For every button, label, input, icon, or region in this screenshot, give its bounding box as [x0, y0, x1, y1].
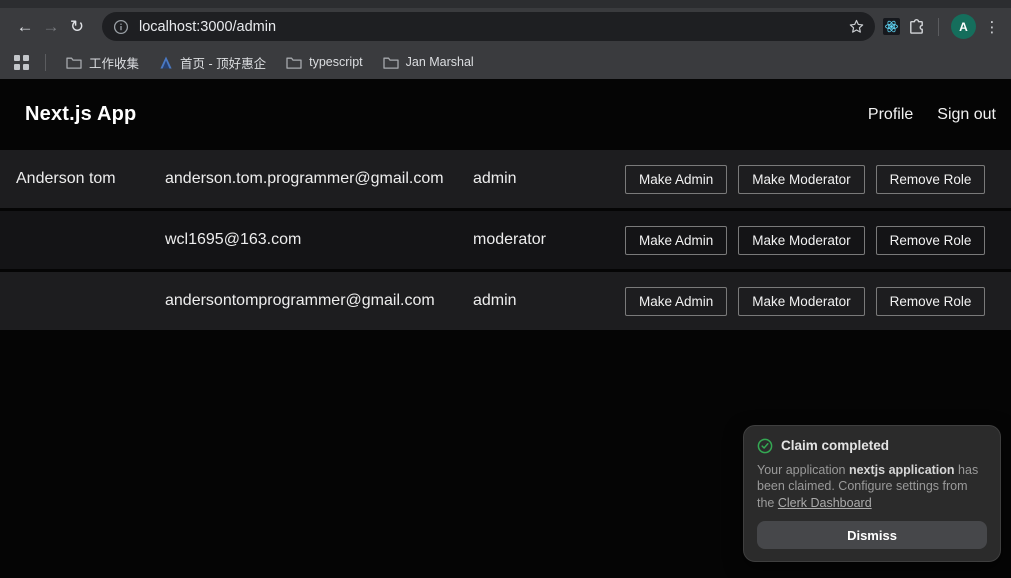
url-text[interactable]: localhost:3000/admin: [139, 19, 848, 35]
tab-strip: [0, 0, 1011, 8]
user-email: anderson.tom.programmer@gmail.com: [165, 170, 444, 187]
apps-grid-icon[interactable]: [14, 54, 29, 70]
bookmark-homepage[interactable]: 首页 - 顶好惠企: [151, 49, 274, 76]
remove-role-button[interactable]: Remove Role: [875, 225, 986, 255]
table-row: andersontomprogrammer@gmail.com admin Ma…: [0, 272, 1011, 330]
make-moderator-button[interactable]: Make Moderator: [738, 286, 865, 316]
bookmark-label: 首页 - 顶好惠企: [180, 56, 267, 71]
user-role: admin: [473, 292, 517, 309]
bookmark-jan-marshal[interactable]: Jan Marshal: [375, 51, 482, 73]
web-page: Next.js App Profile Sign out Anderson to…: [0, 79, 1011, 578]
toast-header: Claim completed: [757, 438, 987, 454]
user-role: admin: [473, 170, 517, 187]
row-actions: Make Admin Make Moderator Remove Role: [625, 164, 986, 194]
bookmark-label: typescript: [309, 55, 363, 69]
success-check-icon: [757, 438, 773, 454]
react-devtools-icon[interactable]: [883, 18, 900, 35]
toast-body: Your application nextjs application has …: [757, 462, 987, 512]
clerk-dashboard-link[interactable]: Clerk Dashboard: [778, 496, 872, 510]
dismiss-button[interactable]: Dismiss: [757, 521, 987, 549]
reload-icon[interactable]: ↻: [64, 14, 90, 40]
url-bar[interactable]: localhost:3000/admin: [102, 12, 875, 41]
forward-icon[interactable]: →: [38, 14, 64, 40]
extensions-icon[interactable]: [907, 17, 926, 36]
row-actions: Make Admin Make Moderator Remove Role: [625, 225, 986, 255]
toast-app-name: nextjs application: [848, 462, 955, 477]
toolbar-right: A ⋮: [883, 14, 1001, 39]
folder-icon: [382, 56, 399, 69]
user-email: andersontomprogrammer@gmail.com: [165, 292, 435, 309]
browser-window: ← → ↻ localhost:3000/admin A ⋮ 工作收集 首页 -…: [0, 0, 1011, 578]
bookmarks-bar: 工作收集 首页 - 顶好惠企 typescript Jan Marshal: [0, 45, 1011, 79]
remove-role-button[interactable]: Remove Role: [875, 286, 986, 316]
toolbar-separator: [938, 17, 939, 36]
menu-kebab-icon[interactable]: ⋮: [983, 18, 1001, 36]
remove-role-button[interactable]: Remove Role: [875, 164, 986, 194]
site-header: Next.js App Profile Sign out: [0, 79, 1011, 150]
site-favicon: [159, 56, 173, 69]
bookmark-work-collection[interactable]: 工作收集: [58, 49, 147, 76]
make-moderator-button[interactable]: Make Moderator: [738, 164, 865, 194]
make-admin-button[interactable]: Make Admin: [625, 164, 728, 194]
bookmark-label: Jan Marshal: [405, 55, 474, 69]
table-row: wcl1695@163.com moderator Make Admin Mak…: [0, 211, 1011, 269]
nav-signout-link[interactable]: Sign out: [937, 106, 996, 124]
site-title: Next.js App: [25, 103, 137, 125]
bookmarks-separator: [45, 53, 46, 71]
make-admin-button[interactable]: Make Admin: [625, 286, 728, 316]
make-admin-button[interactable]: Make Admin: [625, 225, 728, 255]
user-name: Anderson tom: [16, 170, 116, 187]
back-icon[interactable]: ←: [12, 14, 38, 40]
bookmark-typescript[interactable]: typescript: [278, 51, 371, 73]
bookmark-star-icon[interactable]: [848, 18, 865, 35]
user-email: wcl1695@163.com: [165, 231, 302, 248]
claim-toast: Claim completed Your application nextjs …: [743, 424, 1001, 562]
browser-toolbar: ← → ↻ localhost:3000/admin A ⋮: [0, 8, 1011, 45]
make-moderator-button[interactable]: Make Moderator: [738, 225, 865, 255]
site-nav: Profile Sign out: [868, 106, 996, 124]
folder-icon: [286, 56, 302, 69]
folder-icon: [66, 56, 82, 69]
row-actions: Make Admin Make Moderator Remove Role: [625, 286, 986, 316]
toast-title: Claim completed: [781, 438, 890, 453]
user-role: moderator: [473, 231, 546, 248]
profile-avatar[interactable]: A: [951, 14, 976, 39]
nav-profile-link[interactable]: Profile: [868, 106, 913, 124]
user-table: Anderson tom anderson.tom.programmer@gma…: [0, 150, 1011, 330]
info-icon[interactable]: [113, 19, 129, 35]
toast-text: Your application: [757, 462, 849, 477]
bookmark-label: 工作收集: [89, 56, 140, 71]
table-row: Anderson tom anderson.tom.programmer@gma…: [0, 150, 1011, 208]
